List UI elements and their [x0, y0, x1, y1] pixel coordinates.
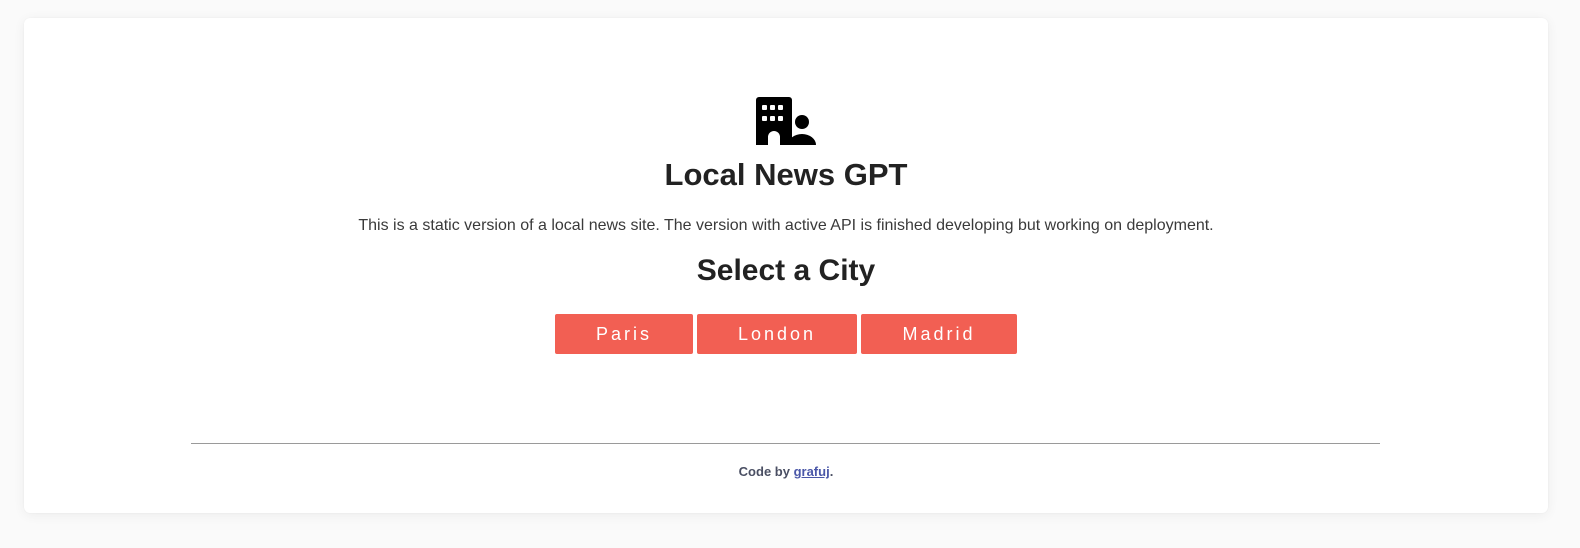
page-title: Local News GPT [664, 157, 908, 192]
building-user-icon [756, 97, 816, 145]
site-description: This is a static version of a local news… [358, 217, 1214, 234]
footer: Code by grafuj. [24, 464, 1548, 479]
author-link[interactable]: grafuj [794, 464, 830, 479]
footer-divider [191, 443, 1380, 444]
city-button-madrid[interactable]: Madrid [861, 314, 1017, 354]
footer-suffix: . [829, 464, 834, 479]
main-card: Local News GPT This is a static version … [24, 18, 1548, 513]
footer-prefix: Code by [738, 464, 794, 479]
city-button-paris[interactable]: Paris [555, 314, 693, 354]
city-button-group: Paris London Madrid [555, 314, 1017, 354]
city-selector-heading: Select a City [696, 254, 876, 287]
city-button-london[interactable]: London [697, 314, 857, 354]
